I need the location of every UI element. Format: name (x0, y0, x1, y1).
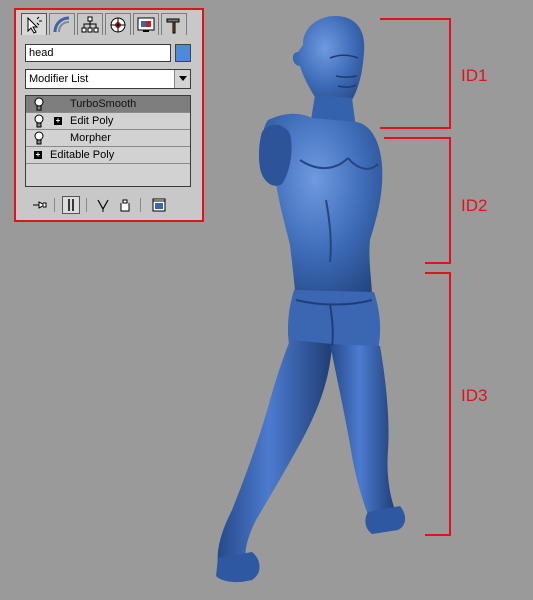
object-color-swatch[interactable] (175, 44, 191, 62)
modifier-stack[interactable]: TurboSmooth + Edit Poly Morpher + Editab… (25, 95, 191, 187)
display-icon (137, 17, 155, 32)
stack-item-edit-poly[interactable]: + Edit Poly (26, 113, 190, 130)
tab-display[interactable] (133, 13, 159, 35)
modifier-list-dropdown[interactable]: Modifier List (25, 69, 191, 89)
expand-plus-icon[interactable]: + (54, 117, 62, 125)
lightbulb-icon[interactable] (34, 131, 44, 145)
stack-item-label: Editable Poly (50, 149, 115, 161)
id1-label: ID1 (461, 66, 488, 85)
remove-modifier-icon (120, 199, 130, 212)
lightbulb-icon[interactable] (34, 114, 44, 128)
modify-icon (53, 16, 70, 32)
id-brackets (380, 18, 451, 536)
character-model[interactable] (216, 16, 406, 583)
model-pelvis (287, 290, 381, 350)
modifier-list-label: Modifier List (29, 73, 89, 85)
tab-hierarchy[interactable] (77, 13, 103, 35)
create-icon (27, 16, 42, 34)
id3-label: ID3 (461, 386, 488, 405)
lightbulb-icon[interactable] (34, 97, 44, 111)
tab-utilities[interactable] (161, 13, 187, 35)
object-name-field[interactable]: head (25, 44, 171, 62)
stack-item-label: Morpher (70, 132, 111, 144)
tab-create[interactable] (21, 13, 47, 35)
model-left-leg (217, 340, 332, 566)
name-color-row: head (25, 44, 191, 62)
command-panel: head Modifier List TurboSmooth + Edit Po… (14, 8, 204, 222)
stack-item-label: Edit Poly (70, 115, 114, 127)
modifier-stack-toolbar (30, 194, 190, 216)
stack-item-editable-poly[interactable]: + Editable Poly (26, 147, 190, 164)
toolbar-divider (140, 198, 141, 212)
make-unique-icon (97, 199, 109, 212)
utilities-icon (166, 18, 180, 33)
pin-stack-button[interactable] (30, 196, 48, 214)
configure-modifier-sets-icon (152, 198, 166, 212)
stack-item-label: TurboSmooth (70, 98, 137, 110)
model-right-leg (330, 344, 396, 520)
tab-modify[interactable] (49, 13, 75, 35)
toolbar-divider (54, 198, 55, 212)
id2-label: ID2 (461, 196, 488, 215)
stack-item-morpher[interactable]: Morpher (26, 130, 190, 147)
expand-plus-icon[interactable]: + (34, 151, 42, 159)
motion-icon (110, 17, 126, 32)
make-unique-button[interactable] (94, 196, 112, 214)
show-end-result-icon (68, 199, 74, 211)
toolbar-divider (86, 198, 87, 212)
remove-modifier-button[interactable] (116, 196, 134, 214)
id2-bracket (384, 137, 451, 264)
stack-item-turbosmooth[interactable]: TurboSmooth (26, 96, 190, 113)
pin-stack-icon (33, 201, 47, 209)
model-head (292, 16, 365, 108)
configure-modifier-sets-button[interactable] (150, 196, 168, 214)
id1-bracket (380, 18, 451, 129)
show-end-result-button[interactable] (62, 196, 80, 214)
command-panel-tabs (21, 13, 187, 37)
hierarchy-icon (81, 16, 99, 32)
tab-motion[interactable] (105, 13, 131, 35)
id3-bracket (425, 272, 451, 536)
dropdown-arrow-icon[interactable] (174, 70, 190, 88)
